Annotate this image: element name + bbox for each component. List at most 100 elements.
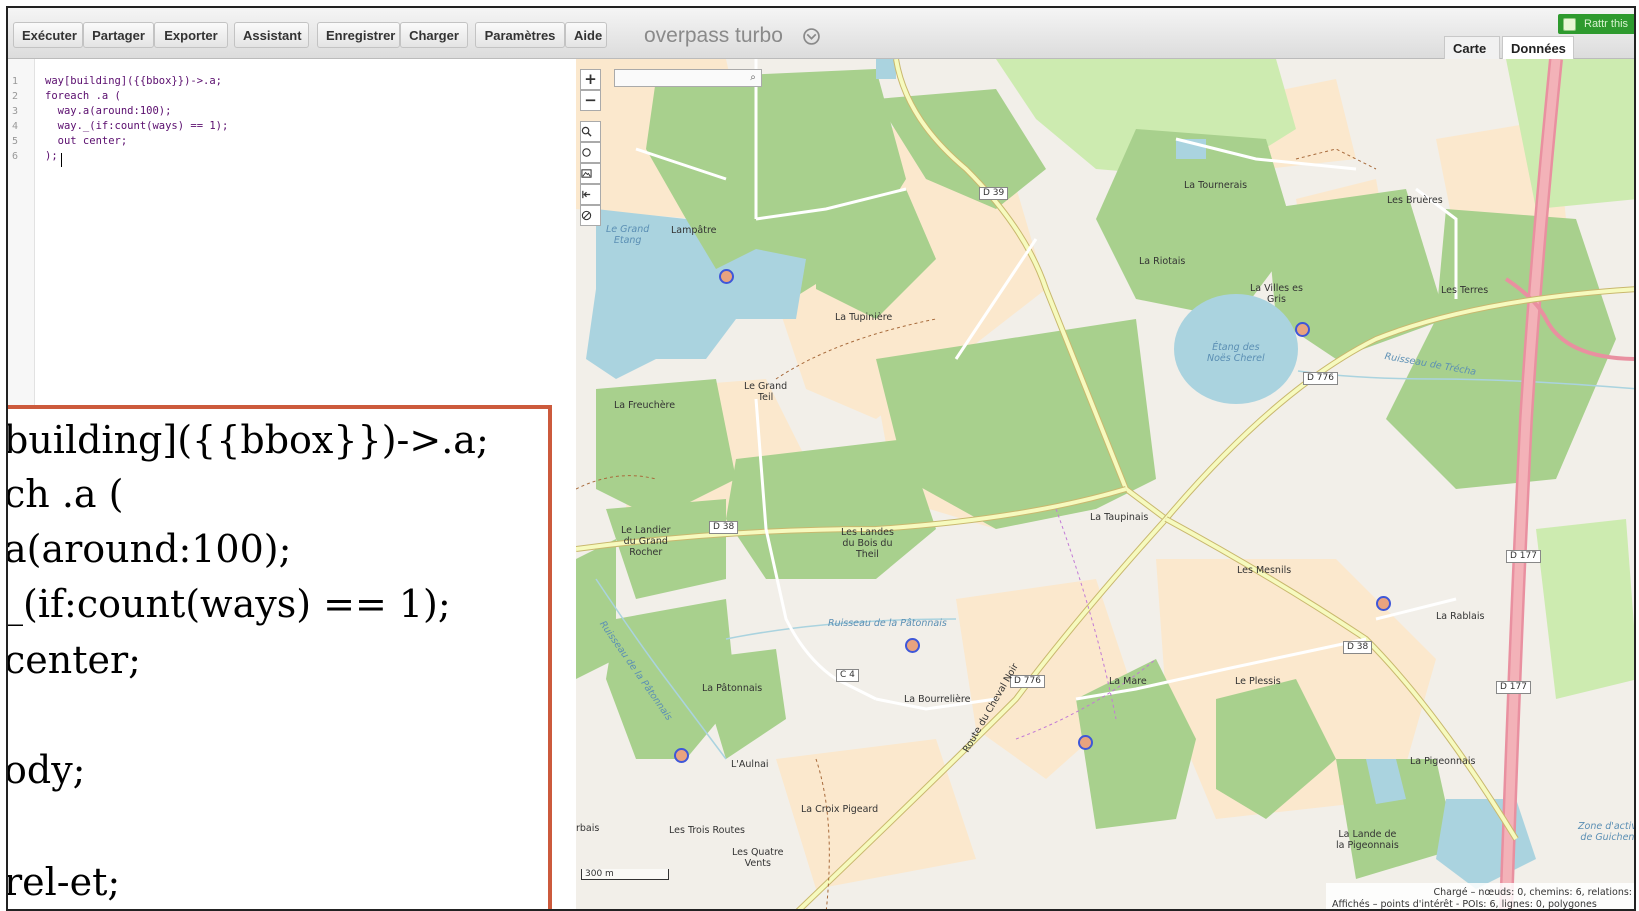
road-ref: D 38 <box>1343 641 1373 654</box>
zoom-in-button[interactable]: + <box>580 69 601 90</box>
attribution-label: Rattr this <box>1584 18 1629 30</box>
line-number: 1 <box>12 76 19 87</box>
poi-marker[interactable] <box>1376 596 1391 611</box>
run-button[interactable]: Exécuter <box>13 22 83 48</box>
code-line: 3 way.a(around:100); <box>8 105 568 120</box>
toolbar: Exécuter Partager Exporter Assistant Enr… <box>8 8 1634 60</box>
map-label: rbais <box>576 823 600 834</box>
clear-button[interactable] <box>580 205 601 226</box>
scale-bar: 300 m <box>581 869 669 880</box>
map-label: Le Landier du Grand Rocher <box>621 525 671 558</box>
road-ref: D 776 <box>1303 372 1338 385</box>
map-label: La Pigeonnais <box>1410 756 1476 767</box>
zoomed-code-callout: building]({{bbox}})->.a; ch .a ( a(aroun… <box>6 405 552 909</box>
zoomed-code-line: ch .a ( <box>6 472 124 516</box>
app-title: overpass turbo <box>644 24 783 47</box>
map-label: La Mare <box>1109 676 1147 687</box>
line-number: 3 <box>12 106 19 117</box>
map-label: Lampâtre <box>671 225 717 236</box>
map-label: La Villes es Gris <box>1250 283 1303 305</box>
road-ref: C 4 <box>836 669 859 682</box>
settings-button[interactable]: Paramètres <box>475 22 565 48</box>
road-ref: D 177 <box>1506 550 1541 563</box>
code-text[interactable]: way._(if:count(ways) == 1); <box>45 120 229 132</box>
poi-marker[interactable] <box>1078 735 1093 750</box>
tab-data[interactable]: Données <box>1502 36 1574 60</box>
map-label: La Tupinière <box>835 312 893 323</box>
checkbox-icon[interactable] <box>1563 18 1576 31</box>
help-button[interactable]: Aide <box>565 22 607 48</box>
map-view[interactable]: La Tournerais Les Bruères Lampâtre La Ri… <box>576 59 1634 910</box>
fit-data-button[interactable] <box>580 163 601 184</box>
code-text[interactable]: foreach .a ( <box>45 90 121 102</box>
image-icon <box>581 169 592 178</box>
road-ref: D 38 <box>709 521 739 534</box>
app-window: Exécuter Partager Exporter Assistant Enr… <box>6 6 1636 911</box>
map-label: La Taupinais <box>1090 512 1149 523</box>
poi-marker[interactable] <box>719 269 734 284</box>
code-line: 4 way._(if:count(ways) == 1); <box>8 120 568 135</box>
map-label: La Lande de la Pigeonnais <box>1336 829 1399 851</box>
road-ref: D 177 <box>1496 681 1531 694</box>
map-label: L'Aulnai <box>731 759 769 770</box>
line-number: 6 <box>12 151 19 162</box>
code-line: 2 foreach .a ( <box>8 90 568 105</box>
code-text[interactable]: way[building]({{bbox}})->.a; <box>45 75 222 87</box>
map-label: La Tournerais <box>1184 180 1248 191</box>
map-label: La Rablais <box>1436 611 1485 622</box>
zoomed-code-line: _(if:count(ways) == 1); <box>6 582 451 626</box>
map-label: La Bourrelière <box>904 694 971 705</box>
line-number: 2 <box>12 91 19 102</box>
search-button[interactable] <box>580 121 601 142</box>
map-label: La Riotais <box>1139 256 1186 267</box>
fullscreen-button[interactable] <box>580 184 601 205</box>
tab-map[interactable]: Carte <box>1444 36 1500 60</box>
code-line: 1 way[building]({{bbox}})->.a; <box>8 75 568 90</box>
code-line: 6 ); <box>8 150 568 165</box>
map-label: Les Bruères <box>1387 195 1443 206</box>
map-label: Les Trois Routes <box>669 825 745 836</box>
map-label: Le Plessis <box>1235 676 1281 687</box>
zoomed-code-line: ody; <box>6 748 86 792</box>
status-loaded: Chargé – nœuds: 0, chemins: 6, relations… <box>1433 887 1632 898</box>
poi-marker[interactable] <box>674 748 689 763</box>
locate-button[interactable] <box>580 142 601 163</box>
poi-marker[interactable] <box>905 638 920 653</box>
map-search-input[interactable] <box>614 69 762 87</box>
map-label: La Freuchère <box>614 400 676 411</box>
poi-marker[interactable] <box>1295 322 1310 337</box>
zoomed-code-line: building]({{bbox}})->.a; <box>6 418 489 462</box>
water-label: Ruisseau de la Pâtonnais <box>828 618 947 629</box>
no-entry-icon <box>581 210 592 221</box>
map-label: La Croix Pigeard <box>801 804 879 815</box>
save-button[interactable]: Enregistrer <box>317 22 400 48</box>
line-number: 4 <box>12 121 19 132</box>
attribution-toggle[interactable]: Rattr this <box>1558 14 1634 34</box>
code-text[interactable]: way.a(around:100); <box>45 105 172 117</box>
map-label: Le Grand Teil <box>744 381 788 403</box>
code-line: 5 out center; <box>8 135 568 150</box>
zoomed-code-line: a(around:100); <box>6 527 292 571</box>
map-label: La Pâtonnais <box>702 683 763 694</box>
map-label: Les Landes du Bois du Theil <box>841 527 894 560</box>
zoomed-code-line: rel-et; <box>6 860 121 904</box>
load-button[interactable]: Charger <box>400 22 468 48</box>
status-displayed: Affichés – points d'intérêt - POIs: 6, l… <box>1332 899 1597 910</box>
code-text[interactable]: out center; <box>45 135 128 147</box>
water-label: Le Grand Etang <box>606 224 650 246</box>
wizard-button[interactable]: Assistant <box>234 22 309 48</box>
road-ref: D 39 <box>979 187 1009 200</box>
line-number: 5 <box>12 136 19 147</box>
search-icon[interactable]: ⌕ <box>746 71 760 85</box>
search-icon <box>581 126 592 137</box>
map-label: Les Quatre Vents <box>732 847 784 869</box>
globe-icon <box>803 28 820 45</box>
zoom-out-button[interactable]: − <box>580 90 601 111</box>
text-cursor <box>61 153 62 167</box>
share-button[interactable]: Partager <box>83 22 154 48</box>
water-label: Étang des Noës Cherel <box>1207 342 1265 364</box>
target-icon <box>582 148 591 157</box>
map-label: Les Terres <box>1441 285 1489 296</box>
export-button[interactable]: Exporter <box>154 22 228 48</box>
code-text[interactable]: ); <box>45 150 58 162</box>
